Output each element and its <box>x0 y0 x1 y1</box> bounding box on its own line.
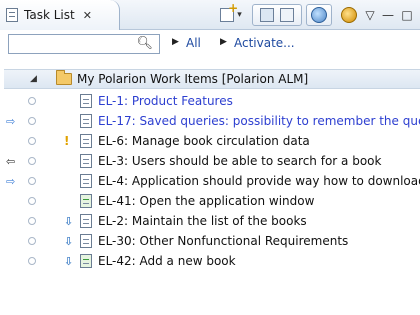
incoming-change-icon: ⇨ <box>6 174 16 188</box>
new-task-icon <box>220 1 238 22</box>
task-label: EL-42: Add a new book <box>98 254 236 268</box>
low-priority-icon: ⇩ <box>64 234 74 248</box>
task-row[interactable]: ⇩ EL-2: Maintain the list of the books <box>0 211 420 231</box>
task-icon <box>80 214 92 228</box>
outgoing-change-icon: ⇦ <box>6 154 16 168</box>
play-icon: ▶ <box>172 37 179 47</box>
task-icon <box>80 234 92 248</box>
work-items-category[interactable]: ◢ My Polarion Work Items [Polarion ALM] <box>4 69 420 89</box>
minimize-icon: — <box>382 8 394 22</box>
search-input[interactable] <box>9 35 137 53</box>
task-icon <box>80 134 92 148</box>
all-link[interactable]: All <box>186 36 201 50</box>
low-priority-icon: ⇩ <box>64 254 74 268</box>
active-task-toggle[interactable] <box>28 177 36 185</box>
maximize-icon: □ <box>401 8 413 22</box>
incoming-change-icon: ⇨ <box>6 114 16 128</box>
active-task-toggle[interactable] <box>28 157 36 165</box>
task-label: EL-17: Saved queries: possibility to rem… <box>98 114 420 128</box>
active-task-toggle[interactable] <box>28 217 36 225</box>
task-row[interactable]: ⇨ EL-17: Saved queries: possibility to r… <box>0 111 420 131</box>
synchronize-button[interactable] <box>306 4 332 26</box>
task-label: EL-4: Application should provide way how… <box>98 174 420 188</box>
focus-icon <box>341 7 357 23</box>
active-task-toggle[interactable] <box>28 117 36 125</box>
play-icon: ▶ <box>220 37 227 47</box>
focus-button[interactable] <box>338 4 360 26</box>
view-tab-bar: Task List ✕ ▾ ▽ — □ <box>0 0 420 30</box>
search-icon[interactable]: 🔍︎ <box>136 36 153 51</box>
active-task-toggle[interactable] <box>28 197 36 205</box>
task-label: EL-2: Maintain the list of the books <box>98 214 307 228</box>
categorized-view-icon[interactable] <box>260 8 274 22</box>
active-task-toggle[interactable] <box>28 97 36 105</box>
new-task-button[interactable]: ▾ <box>214 1 248 26</box>
task-icon <box>80 174 92 188</box>
synchronize-icon <box>311 7 327 23</box>
task-icon <box>80 114 92 128</box>
high-priority-icon: ! <box>64 134 70 148</box>
scheduled-view-icon[interactable] <box>280 8 294 22</box>
task-list-tab[interactable]: Task List ✕ <box>0 0 120 30</box>
task-row[interactable]: EL-41: Open the application window <box>0 191 420 211</box>
task-label: EL-41: Open the application window <box>98 194 315 208</box>
task-label: EL-1: Product Features <box>98 94 233 108</box>
close-icon[interactable]: ✕ <box>83 9 92 22</box>
test-task-icon <box>80 194 92 208</box>
category-label: My Polarion Work Items [Polarion ALM] <box>77 72 309 86</box>
task-list-icon <box>6 8 18 22</box>
maximize-button[interactable]: □ <box>398 4 416 26</box>
minimize-button[interactable]: — <box>380 4 396 26</box>
task-row[interactable]: EL-1: Product Features <box>0 91 420 111</box>
search-field[interactable]: 🔍︎ <box>8 34 160 54</box>
task-icon <box>80 94 92 108</box>
view-menu-icon: ▽ <box>365 8 375 22</box>
task-icon <box>80 154 92 168</box>
task-row[interactable]: ⇩ EL-42: Add a new book <box>0 251 420 271</box>
task-row[interactable]: ! EL-6: Manage book circulation data <box>0 131 420 151</box>
low-priority-icon: ⇩ <box>64 214 74 228</box>
task-label: EL-3: Users should be able to search for… <box>98 154 382 168</box>
task-label: EL-6: Manage book circulation data <box>98 134 310 148</box>
task-row[interactable]: ⇩ EL-30: Other Nonfunctional Requirement… <box>0 231 420 251</box>
view-menu-button[interactable]: ▽ <box>362 4 378 26</box>
collapse-icon[interactable]: ◢ <box>30 74 44 84</box>
activate-link[interactable]: Activate... <box>234 36 295 50</box>
active-task-toggle[interactable] <box>28 137 36 145</box>
task-row[interactable]: ⇦ EL-3: Users should be able to search f… <box>0 151 420 171</box>
active-task-toggle[interactable] <box>28 237 36 245</box>
active-task-toggle[interactable] <box>28 257 36 265</box>
presentation-toggle-group <box>252 4 302 26</box>
folder-icon <box>56 70 72 85</box>
task-label: EL-30: Other Nonfunctional Requirements <box>98 234 349 248</box>
task-row[interactable]: ⇨ EL-4: Application should provide way h… <box>0 171 420 191</box>
tab-title: Task List <box>24 8 75 22</box>
test-task-icon <box>80 254 92 268</box>
